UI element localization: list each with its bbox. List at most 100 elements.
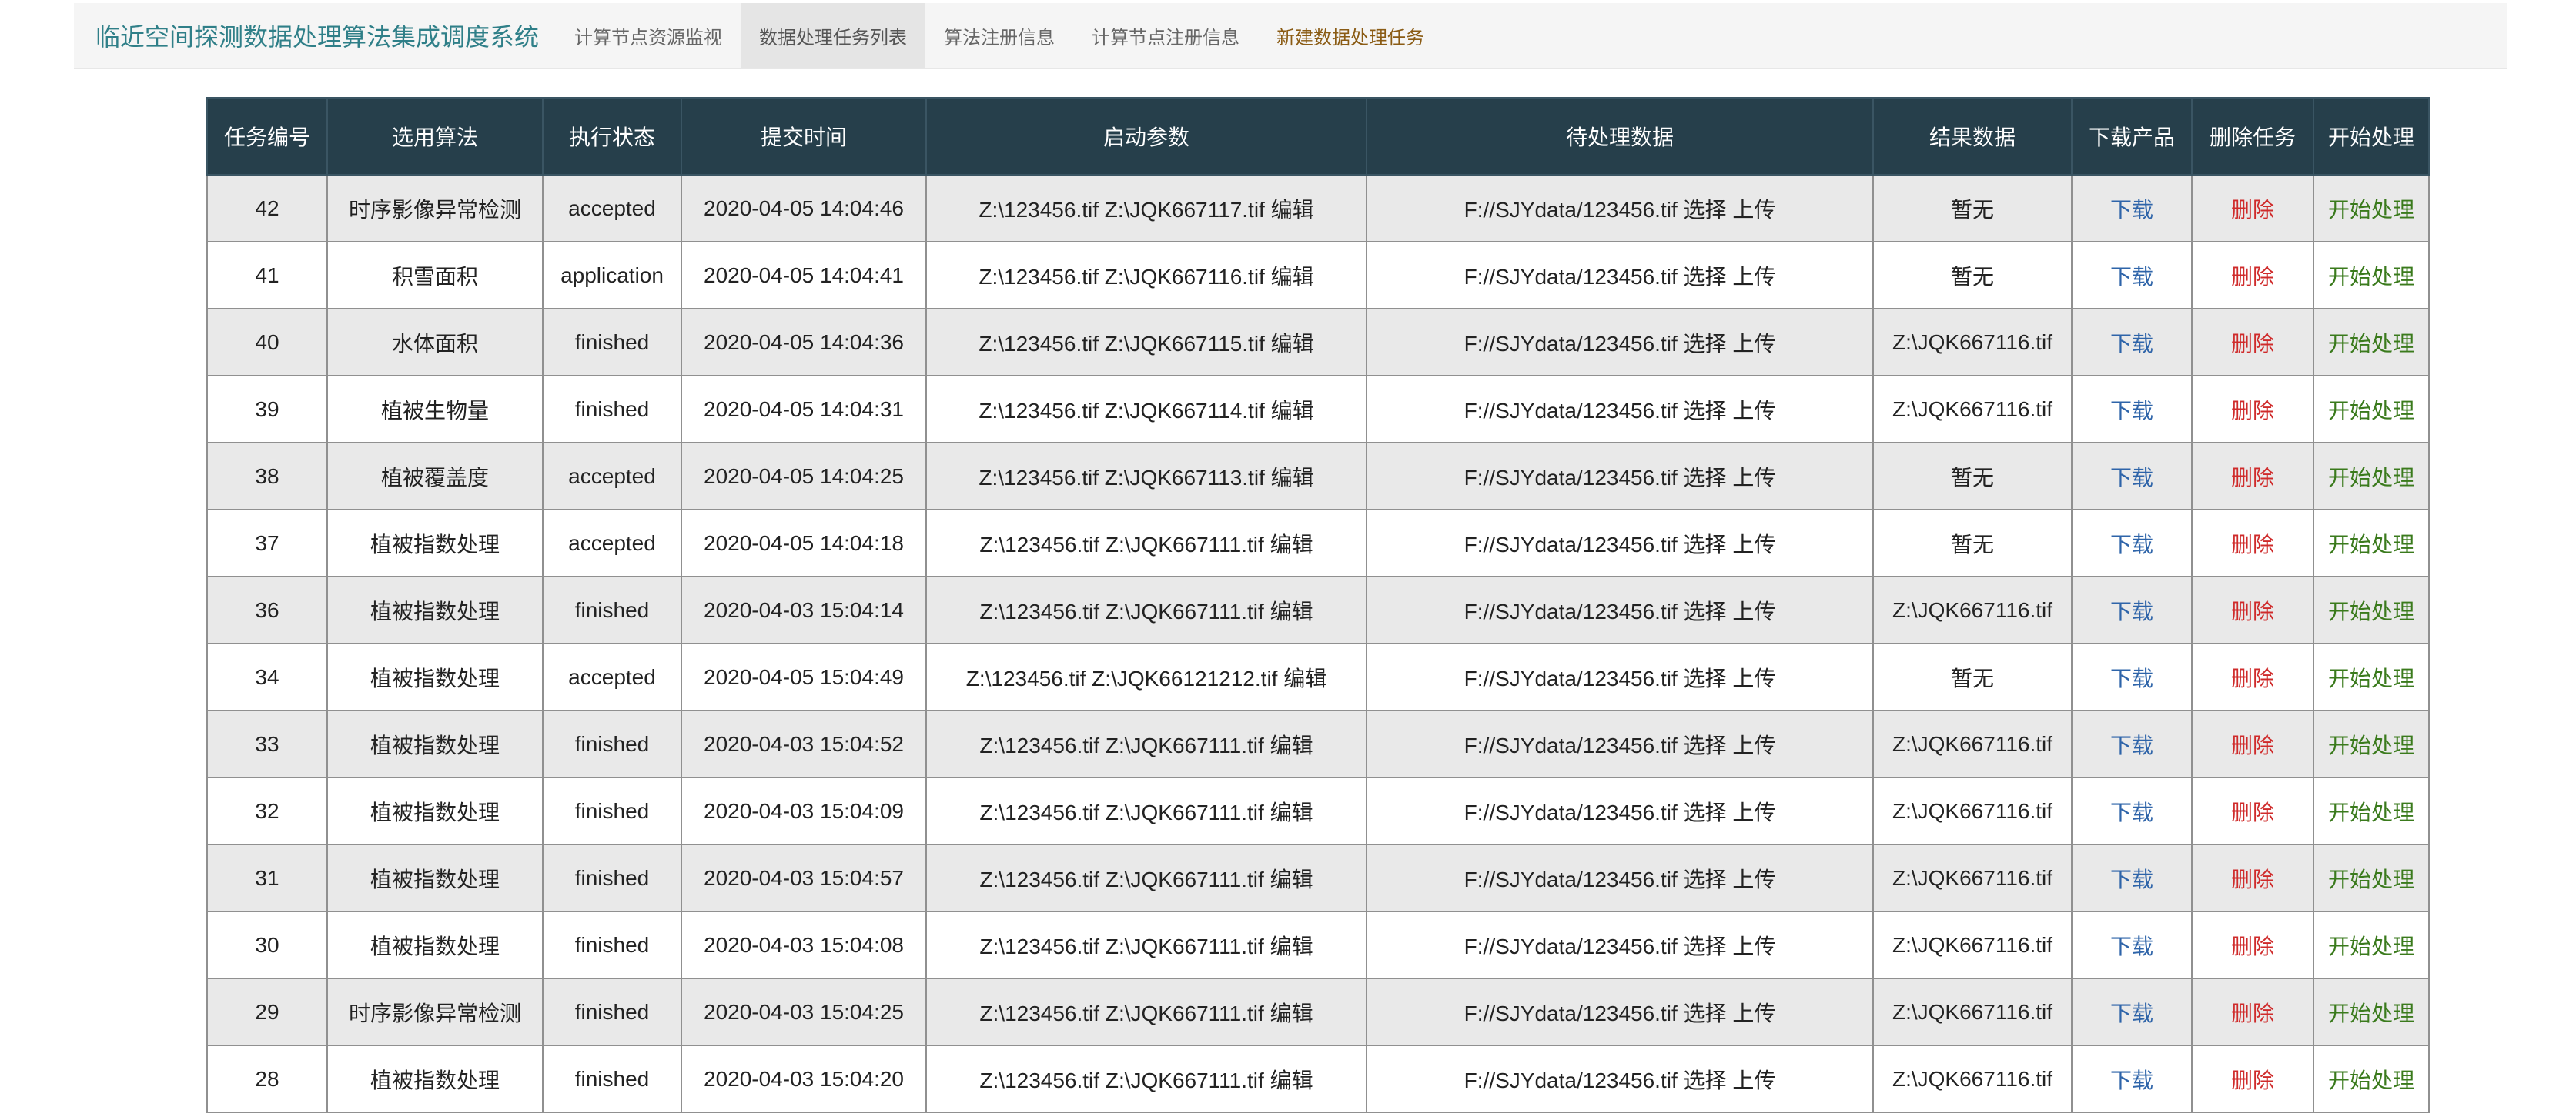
start-processing-link[interactable]: 开始处理 xyxy=(2328,197,2414,222)
download-link[interactable]: 下载 xyxy=(2110,398,2153,423)
upload-file-link[interactable]: 上传 xyxy=(1732,1068,1775,1093)
select-file-link[interactable]: 选择 xyxy=(1684,599,1727,624)
delete-link[interactable]: 删除 xyxy=(2231,532,2274,557)
delete-link[interactable]: 删除 xyxy=(2231,666,2274,691)
upload-file-link[interactable]: 上传 xyxy=(1732,1001,1775,1026)
start-processing-link[interactable]: 开始处理 xyxy=(2328,733,2414,758)
download-link[interactable]: 下载 xyxy=(2110,197,2153,222)
delete-link[interactable]: 删除 xyxy=(2231,465,2274,490)
select-file-link[interactable]: 选择 xyxy=(1684,733,1727,758)
upload-file-link[interactable]: 上传 xyxy=(1732,934,1775,959)
start-processing-link[interactable]: 开始处理 xyxy=(2328,666,2414,691)
start-processing-link[interactable]: 开始处理 xyxy=(2328,867,2414,892)
delete-link[interactable]: 删除 xyxy=(2231,197,2274,222)
cell-status: accepted xyxy=(542,643,682,711)
upload-file-link[interactable]: 上传 xyxy=(1732,800,1775,825)
upload-file-link[interactable]: 上传 xyxy=(1732,532,1775,557)
download-link[interactable]: 下载 xyxy=(2110,1001,2153,1026)
cell-algorithm: 植被指数处理 xyxy=(326,509,544,577)
upload-file-link[interactable]: 上传 xyxy=(1732,599,1775,624)
edit-params-link[interactable]: 编辑 xyxy=(1270,599,1313,624)
edit-params-link[interactable]: 编辑 xyxy=(1271,465,1314,490)
edit-params-link[interactable]: 编辑 xyxy=(1270,867,1313,892)
delete-link[interactable]: 删除 xyxy=(2231,800,2274,825)
download-link[interactable]: 下载 xyxy=(2110,800,2153,825)
download-link[interactable]: 下载 xyxy=(2110,867,2153,892)
delete-link[interactable]: 删除 xyxy=(2231,1001,2274,1026)
edit-params-link[interactable]: 编辑 xyxy=(1270,800,1313,825)
select-file-link[interactable]: 选择 xyxy=(1684,1068,1727,1093)
download-link[interactable]: 下载 xyxy=(2110,733,2153,758)
start-processing-link[interactable]: 开始处理 xyxy=(2328,331,2414,356)
upload-file-link[interactable]: 上传 xyxy=(1732,197,1775,222)
start-processing-link[interactable]: 开始处理 xyxy=(2328,465,2414,490)
edit-params-link[interactable]: 编辑 xyxy=(1270,1001,1313,1026)
nav-node-registry[interactable]: 计算节点注册信息 xyxy=(1073,3,1258,68)
upload-file-link[interactable]: 上传 xyxy=(1732,666,1775,691)
edit-params-link[interactable]: 编辑 xyxy=(1270,1068,1313,1093)
delete-link[interactable]: 删除 xyxy=(2231,934,2274,959)
download-link[interactable]: 下载 xyxy=(2110,532,2153,557)
nav-algorithm-registry[interactable]: 算法注册信息 xyxy=(925,3,1073,68)
download-link[interactable]: 下载 xyxy=(2110,666,2153,691)
select-file-link[interactable]: 选择 xyxy=(1684,197,1727,222)
upload-file-link[interactable]: 上传 xyxy=(1732,398,1775,423)
upload-file-link[interactable]: 上传 xyxy=(1732,733,1775,758)
upload-file-link[interactable]: 上传 xyxy=(1732,465,1775,490)
start-processing-link[interactable]: 开始处理 xyxy=(2328,264,2414,289)
select-file-link[interactable]: 选择 xyxy=(1684,532,1727,557)
edit-params-link[interactable]: 编辑 xyxy=(1270,934,1313,959)
header-task-id: 任务编号 xyxy=(206,97,328,176)
start-processing-link[interactable]: 开始处理 xyxy=(2328,398,2414,423)
select-file-link[interactable]: 选择 xyxy=(1684,800,1727,825)
select-file-link[interactable]: 选择 xyxy=(1684,331,1727,356)
nav-node-resource-monitor[interactable]: 计算节点资源监视 xyxy=(556,3,741,68)
cell-algorithm: 植被指数处理 xyxy=(326,1045,544,1113)
cell-status: finished xyxy=(542,1045,682,1113)
edit-params-link[interactable]: 编辑 xyxy=(1271,197,1314,222)
edit-params-link[interactable]: 编辑 xyxy=(1271,264,1314,289)
download-link[interactable]: 下载 xyxy=(2110,934,2153,959)
download-link[interactable]: 下载 xyxy=(2110,465,2153,490)
cell-result-data: 暂无 xyxy=(1872,643,2073,711)
delete-link[interactable]: 删除 xyxy=(2231,331,2274,356)
download-link[interactable]: 下载 xyxy=(2110,264,2153,289)
select-file-link[interactable]: 选择 xyxy=(1684,867,1727,892)
select-file-link[interactable]: 选择 xyxy=(1684,264,1727,289)
upload-file-link[interactable]: 上传 xyxy=(1732,867,1775,892)
delete-link[interactable]: 删除 xyxy=(2231,599,2274,624)
select-file-link[interactable]: 选择 xyxy=(1684,465,1727,490)
start-processing-link[interactable]: 开始处理 xyxy=(2328,800,2414,825)
start-processing-link[interactable]: 开始处理 xyxy=(2328,532,2414,557)
edit-params-link[interactable]: 编辑 xyxy=(1271,331,1314,356)
nav-task-list[interactable]: 数据处理任务列表 xyxy=(741,3,926,68)
start-processing-link[interactable]: 开始处理 xyxy=(2328,599,2414,624)
delete-link[interactable]: 删除 xyxy=(2231,1068,2274,1093)
edit-params-link[interactable]: 编辑 xyxy=(1283,666,1326,691)
select-file-link[interactable]: 选择 xyxy=(1684,398,1727,423)
start-processing-link[interactable]: 开始处理 xyxy=(2328,934,2414,959)
select-file-link[interactable]: 选择 xyxy=(1684,1001,1727,1026)
cell-delete: 删除 xyxy=(2191,643,2314,711)
delete-link[interactable]: 删除 xyxy=(2231,733,2274,758)
select-file-link[interactable]: 选择 xyxy=(1684,934,1727,959)
nav-new-task[interactable]: 新建数据处理任务 xyxy=(1258,3,1443,68)
select-file-link[interactable]: 选择 xyxy=(1684,666,1727,691)
download-link[interactable]: 下载 xyxy=(2110,599,2153,624)
edit-params-link[interactable]: 编辑 xyxy=(1270,733,1313,758)
download-link[interactable]: 下载 xyxy=(2110,1068,2153,1093)
cell-delete: 删除 xyxy=(2191,911,2314,979)
upload-file-link[interactable]: 上传 xyxy=(1732,331,1775,356)
download-link[interactable]: 下载 xyxy=(2110,331,2153,356)
start-processing-link[interactable]: 开始处理 xyxy=(2328,1001,2414,1026)
app-brand[interactable]: 临近空间探测数据处理算法集成调度系统 xyxy=(74,3,539,68)
edit-params-link[interactable]: 编辑 xyxy=(1270,532,1313,557)
cell-result-data: Z:\JQK667116.tif xyxy=(1872,1045,2073,1113)
start-processing-link[interactable]: 开始处理 xyxy=(2328,1068,2414,1093)
task-table: 任务编号 选用算法 执行状态 提交时间 启动参数 待处理数据 结果数据 下载产品… xyxy=(206,97,2430,1113)
delete-link[interactable]: 删除 xyxy=(2231,867,2274,892)
upload-file-link[interactable]: 上传 xyxy=(1732,264,1775,289)
delete-link[interactable]: 删除 xyxy=(2231,264,2274,289)
edit-params-link[interactable]: 编辑 xyxy=(1271,398,1314,423)
delete-link[interactable]: 删除 xyxy=(2231,398,2274,423)
